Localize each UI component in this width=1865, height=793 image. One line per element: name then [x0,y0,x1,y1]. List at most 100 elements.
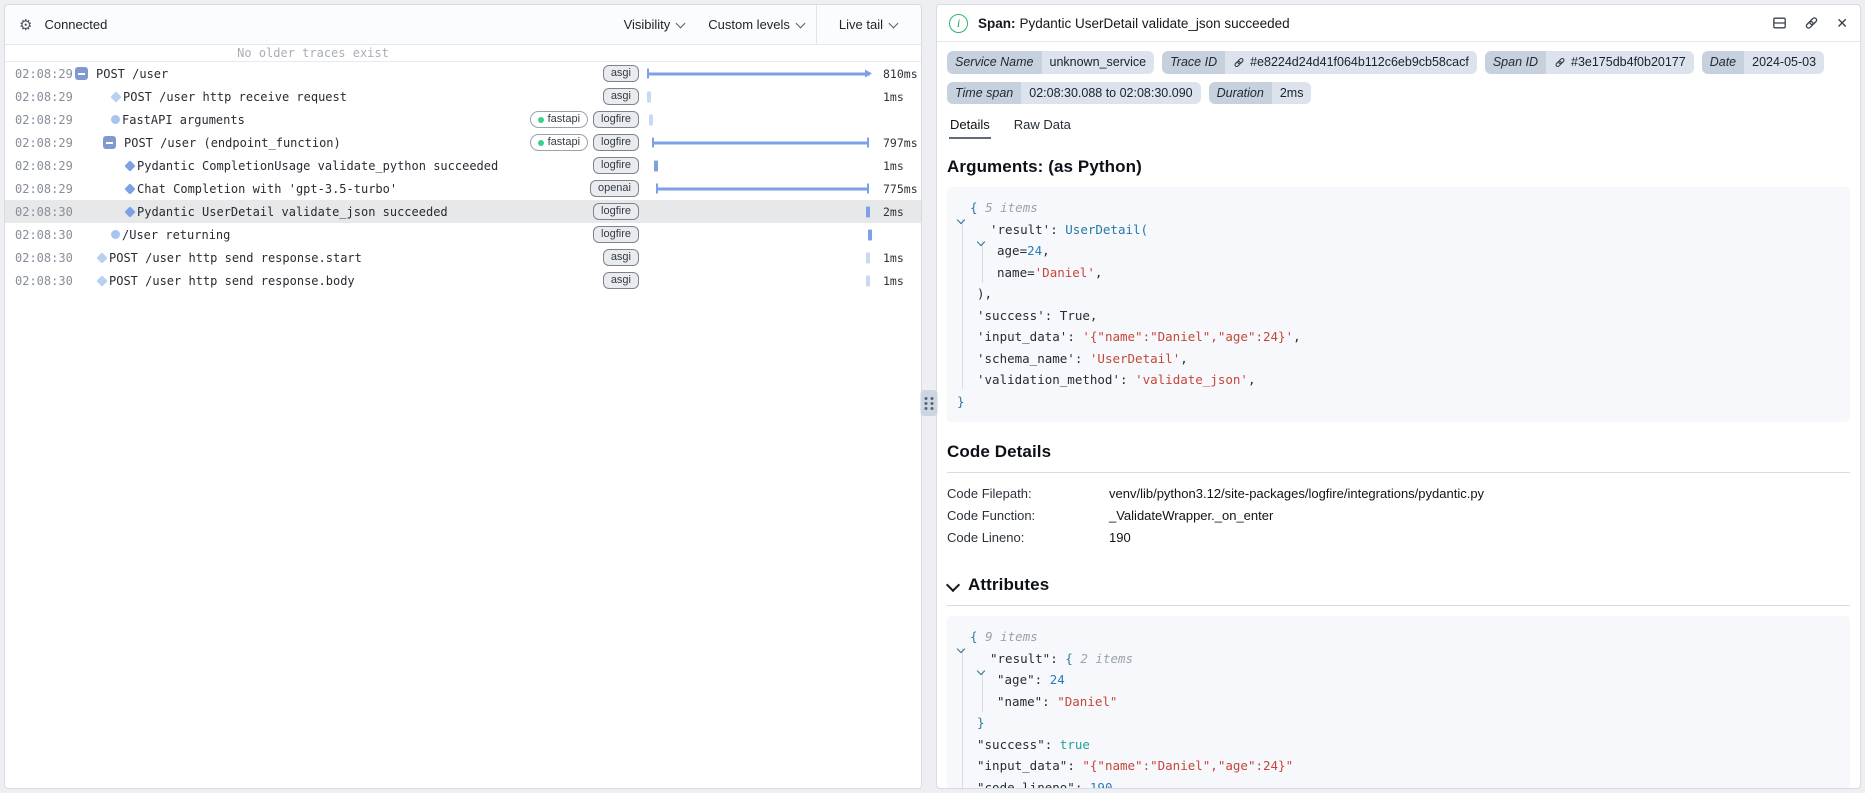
trace-timestamp: 02:08:29 [15,158,73,173]
code-function-value: _ValidateWrapper._on_enter [1109,508,1274,523]
trace-row[interactable]: 02:08:29 Chat Completion with 'gpt-3.5-tu… [5,177,921,200]
code-line: "age": 24 [997,672,1065,687]
trace-timestamp: 02:08:30 [15,204,73,219]
collapse-minus-icon[interactable] [75,67,88,80]
code-line: "name": "Daniel" [997,693,1118,709]
duration-bar [651,137,870,148]
gear-icon[interactable]: ⚙ [5,16,44,34]
no-older-traces-banner: No older traces exist [5,45,921,62]
traces-toolbar: ⚙ Connected Visibility Custom levels Liv… [5,5,921,45]
duration-bar-track [647,246,875,269]
live-tail-dropdown[interactable]: Live tail [815,5,919,44]
trace-row-label: /User returning [122,227,231,242]
trace-row-tags: logfire [585,226,647,243]
trace-row[interactable]: 02:08:30 POST /user http send response.bo… [5,269,921,292]
trace-row-tags: openai [582,180,647,197]
trace-row-main: POST /user http receive request asgi [73,88,647,105]
badge-value: 2024-05-03 [1744,51,1825,74]
custom-levels-dropdown[interactable]: Custom levels [696,5,816,44]
divider [947,472,1850,473]
tab-raw-data[interactable]: Raw Data [1013,114,1072,139]
duration-bar-track [647,223,875,246]
copy-link-icon[interactable] [1804,16,1819,30]
tab-details[interactable]: Details [949,114,991,139]
panel-splitter[interactable] [920,4,938,789]
span-diamond-icon [124,159,136,172]
span-detail-content: Arguments: (as Python) { 5 items 'result'… [937,139,1860,788]
tag-asgi: asgi [602,249,639,266]
indent-guide [982,670,983,712]
trace-row-main: POST /user asgi [73,65,647,82]
collapse-section-icon[interactable] [947,579,960,591]
tag-logfire: logfire [593,157,639,174]
green-dot-icon [537,116,544,123]
link-icon[interactable] [1554,57,1566,68]
trace-row-tags: logfire [585,157,647,174]
code-line: "code.lineno": 190 [977,779,1113,789]
trace-row-main: POST /user http send response.body asgi [73,272,647,289]
code-line: age=24, [997,243,1050,258]
code-line: "success": true [977,736,1090,752]
splitter-grip-icon[interactable] [920,390,938,416]
trace-row[interactable]: 02:08:29 FastAPI arguments fastapi logfire [5,108,921,131]
code-lineno-row: Code Lineno: 190 [947,527,1850,549]
duration-bar [865,252,870,263]
chevron-down-icon [888,18,899,28]
trace-timestamp: 02:08:29 [15,66,73,81]
badge-value: #3e175db4f0b20177 [1546,51,1694,74]
dock-view-icon[interactable] [1772,16,1787,30]
tag-asgi: asgi [602,272,639,289]
trace-row[interactable]: 02:08:29 Pydantic CompletionUsage validat… [5,154,921,177]
trace-row-main: Chat Completion with 'gpt-3.5-turbo' open… [73,180,647,197]
badge-trace-id: Trace ID #e8224d24d41f064b112c6eb9cb58cac… [1162,51,1477,74]
trace-timestamp: 02:08:30 [15,273,73,288]
badge-label: Duration [1208,81,1272,104]
trace-row-label: FastAPI arguments [122,112,245,127]
tag-logfire: logfire [593,134,639,151]
trace-row[interactable]: 02:08:29 POST /user asgi 810ms [5,62,921,85]
code-line: 'input_data': '{"name":"Daniel","age":24… [977,329,1301,344]
code-line: name='Daniel', [997,264,1103,280]
duration-label: 1ms [883,273,904,288]
trace-row[interactable]: 02:08:29 POST /user (endpoint_function) fa… [5,131,921,154]
code-function-row: Code Function: _ValidateWrapper._on_ente… [947,505,1850,527]
code-function-label: Code Function: [947,508,1036,523]
trace-row[interactable]: 02:08:30/User returning logfire [5,223,921,246]
attributes-code-lines: { 9 items "result": { 2 items "age": 24 "na… [957,626,1840,788]
info-icon: i [949,13,968,33]
duration-bar [647,68,873,79]
span-detail-panel: i Span: Pydantic UserDetail validate_json… [936,4,1861,789]
collapse-minus-icon[interactable] [103,136,116,149]
code-line: 'schema_name': 'UserDetail', [977,350,1188,366]
code-line: } [977,715,985,730]
code-line: } [957,393,965,409]
trace-row[interactable]: 02:08:30 POST /user http send response.st… [5,246,921,269]
code-line: 'success': True, [977,307,1098,323]
link-icon[interactable] [1233,57,1245,68]
code-filepath-label: Code Filepath: [947,486,1032,501]
green-dot-icon [537,139,544,146]
chevron-down-icon [795,18,806,28]
close-icon[interactable]: ✕ [1836,16,1848,30]
indent-guide [962,648,963,788]
badge-label: Date [1701,51,1745,74]
trace-row-label: POST /user http receive request [123,89,347,104]
trace-row-main: /User returning logfire [73,226,647,243]
badge-label: Time span [947,81,1022,104]
trace-row-tags: asgi [595,88,647,105]
trace-row[interactable]: 02:08:29 POST /user http receive request a… [5,85,921,108]
trace-row[interactable]: 02:08:30 Pydantic UserDetail validate_jso… [5,200,921,223]
trace-timestamp: 02:08:29 [15,112,73,127]
trace-row-label: Pydantic UserDetail validate_json succee… [137,204,448,219]
trace-row-label: POST /user http send response.start [109,250,362,265]
visibility-dropdown[interactable]: Visibility [612,5,697,44]
trace-row-main: POST /user http send response.start asgi [73,249,647,266]
badge-label: Trace ID [1162,51,1226,74]
span-diamond-icon [96,274,108,287]
duration-label: 2ms [883,204,904,219]
arguments-code-block: { 5 items 'result': UserDetail(age=24, nam… [947,187,1850,422]
span-title: Span: Pydantic UserDetail validate_json s… [978,15,1290,31]
code-line: 'validation_method': 'validate_json', [977,372,1256,387]
trace-row-tags: asgi [595,249,647,266]
log-circle-icon [111,115,120,124]
